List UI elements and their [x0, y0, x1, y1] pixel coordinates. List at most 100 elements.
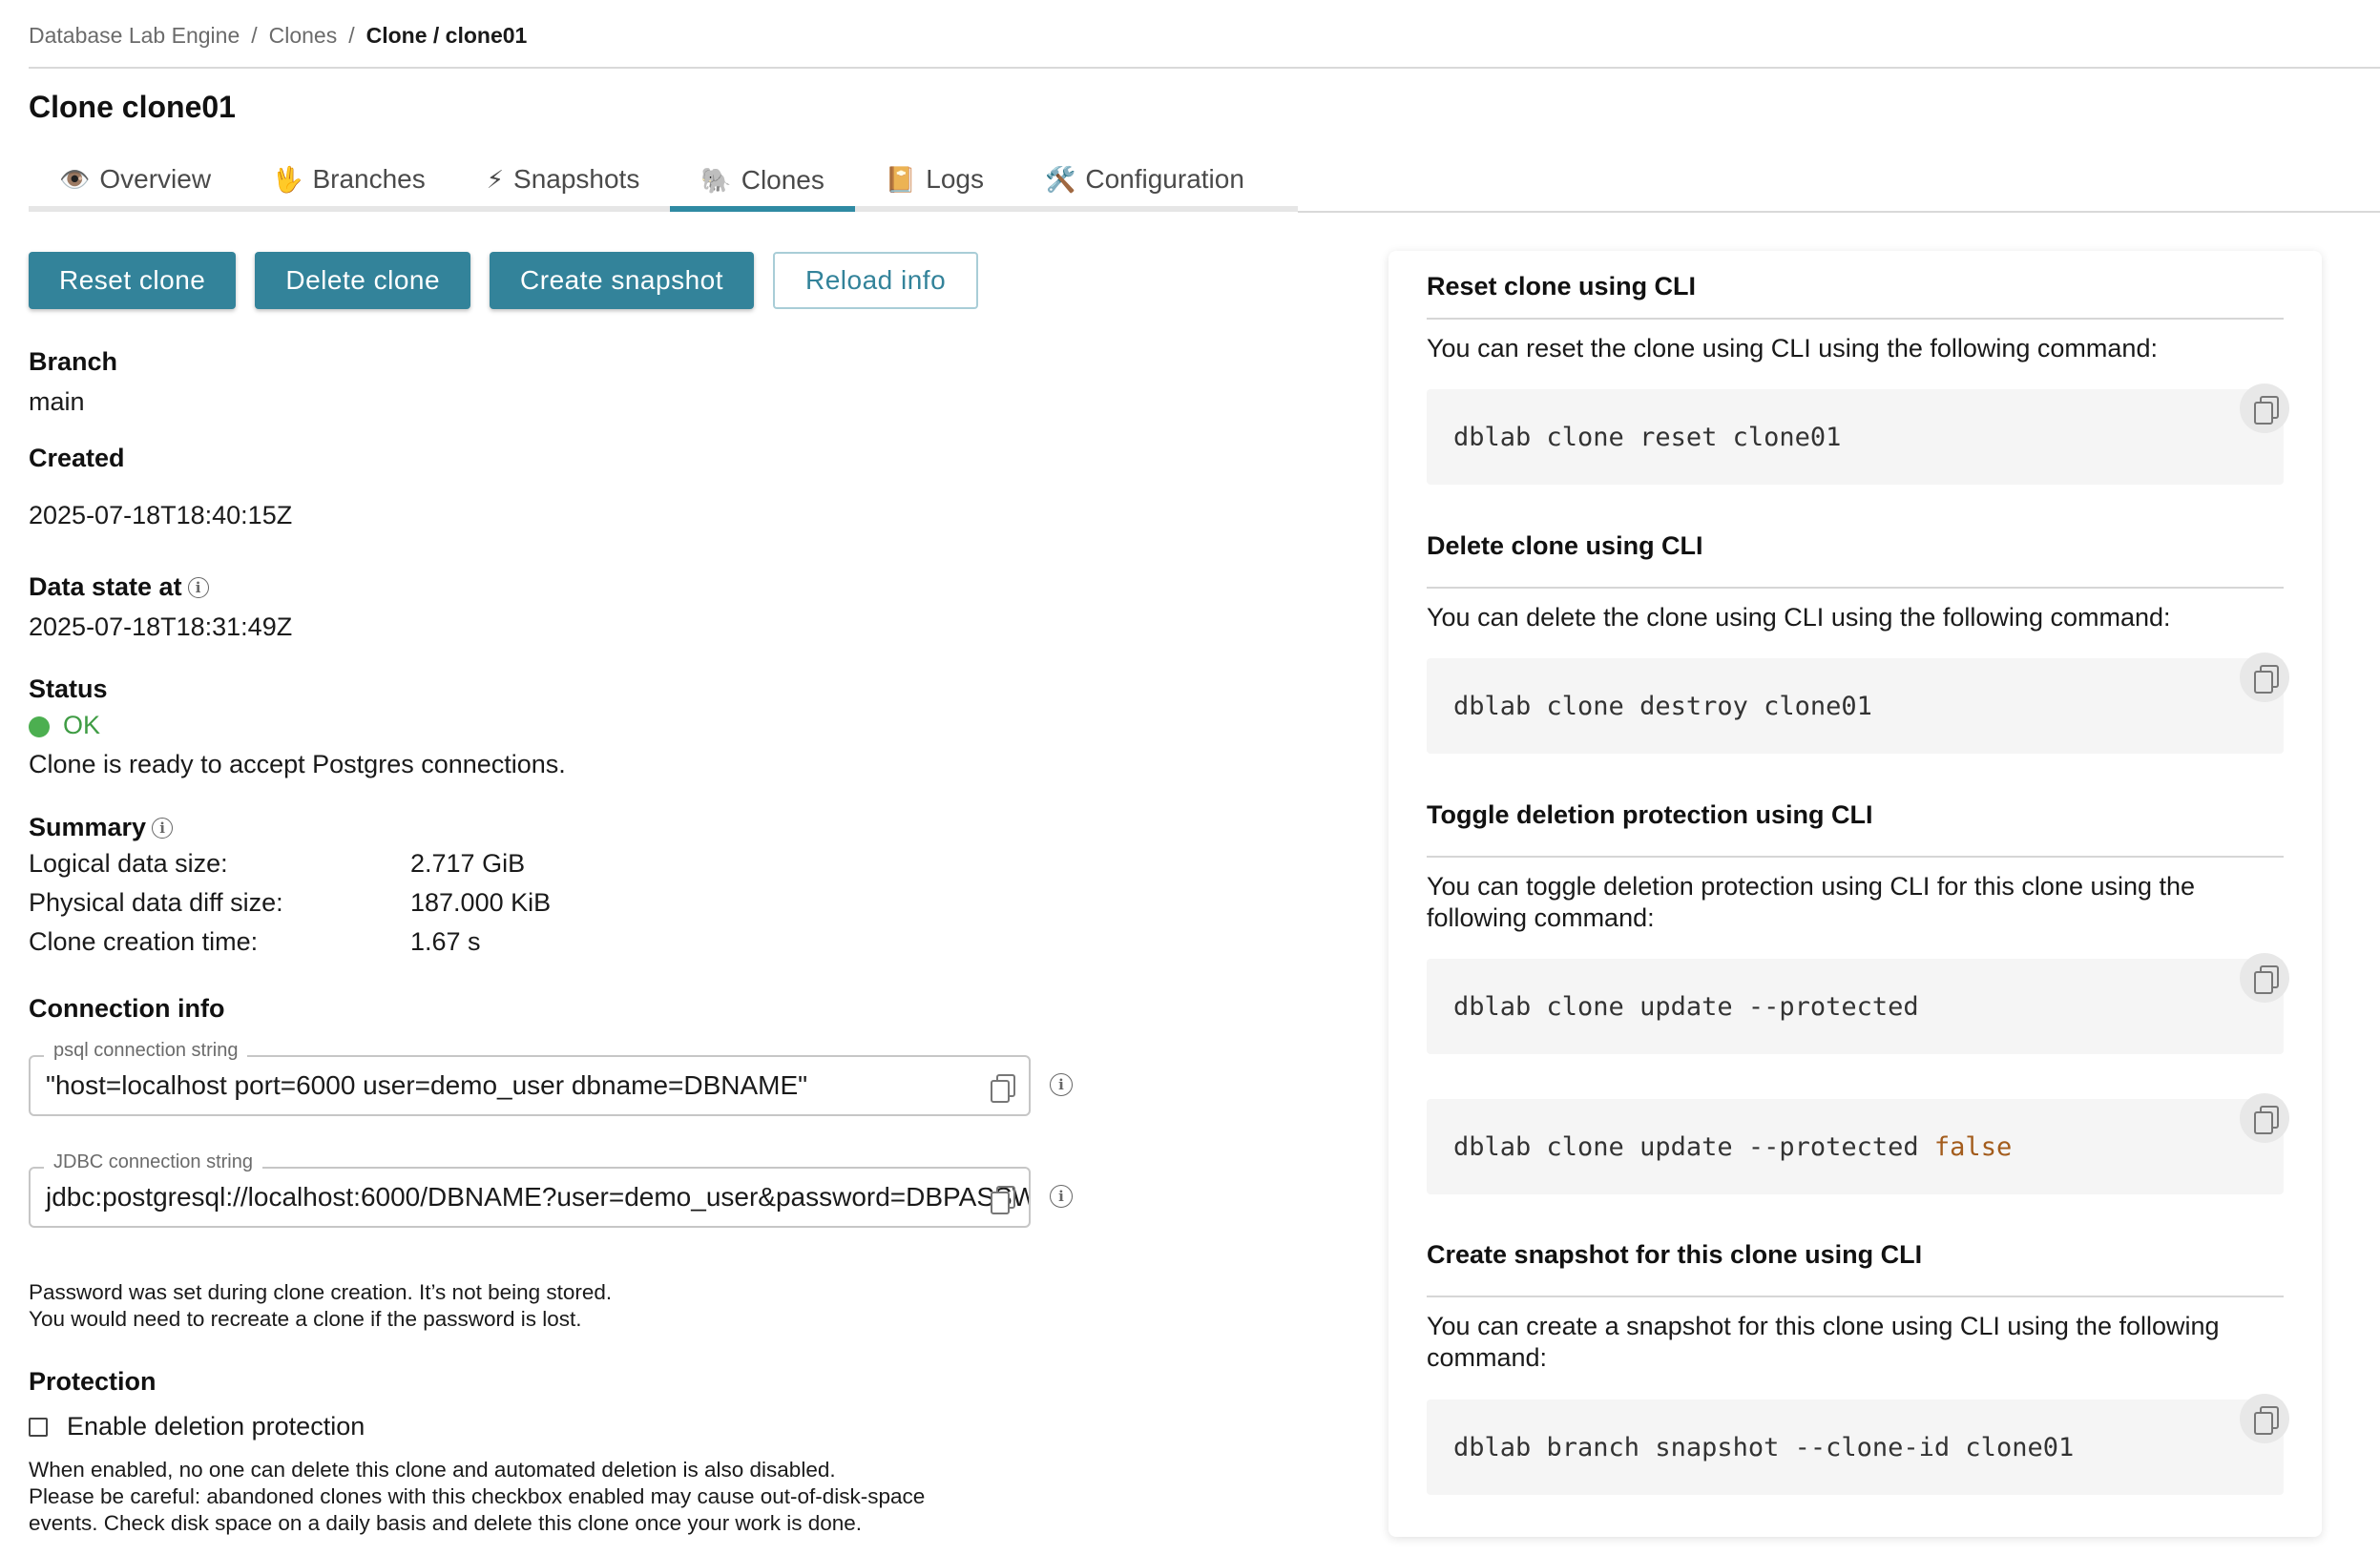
- toggle-cli-command-off[interactable]: dblab clone update --protected false: [1453, 1132, 2012, 1162]
- tab-configuration[interactable]: 🛠️ Configuration: [1014, 151, 1275, 208]
- delete-cli-text: You can delete the clone using CLI using…: [1427, 602, 2284, 633]
- copy-snapshot-command-button[interactable]: [2240, 1394, 2289, 1443]
- copy-jdbc-button[interactable]: [991, 1186, 1012, 1217]
- copy-icon: [2254, 396, 2275, 421]
- branches-icon: 🖖: [272, 165, 303, 195]
- protection-note: When enabled, no one can delete this clo…: [29, 1457, 925, 1537]
- delete-cli-command[interactable]: dblab clone destroy clone01: [1453, 692, 1872, 721]
- summary-key-creation-time: Clone creation time:: [29, 927, 410, 959]
- summary-key-physical: Physical data diff size:: [29, 888, 410, 920]
- tab-label: Configuration: [1085, 164, 1244, 195]
- create-snapshot-button[interactable]: Create snapshot: [490, 252, 754, 309]
- breadcrumb-item-clones[interactable]: Clones: [269, 23, 338, 49]
- connection-info-label-text: Connection info: [29, 994, 224, 1024]
- data-state-label: Data state at i: [29, 572, 209, 602]
- branch-label: Branch: [29, 347, 117, 377]
- info-icon[interactable]: i: [188, 577, 209, 598]
- password-note-line: You would need to recreate a clone if th…: [29, 1306, 612, 1333]
- snapshot-cli-code[interactable]: dblab branch snapshot --clone-id clone01: [1427, 1400, 2284, 1495]
- summary-label: Summary i: [29, 813, 173, 842]
- breadcrumb-separator: /: [251, 23, 257, 49]
- psql-connection-value[interactable]: "host=localhost port=6000 user=demo_user…: [46, 1070, 807, 1101]
- tab-snapshots[interactable]: ⚡ Snapshots: [456, 151, 671, 208]
- copy-icon: [2254, 1106, 2275, 1130]
- tab-label: Snapshots: [513, 164, 639, 195]
- created-label-text: Created: [29, 444, 125, 473]
- breadcrumb-item-dle[interactable]: Database Lab Engine: [29, 23, 240, 49]
- copy-icon: [2254, 965, 2275, 990]
- data-state-value: 2025-07-18T18:31:49Z: [29, 612, 292, 642]
- reset-cli-command[interactable]: dblab clone reset clone01: [1453, 423, 1841, 452]
- protection-note-line: events. Check disk space on a daily basi…: [29, 1510, 925, 1537]
- jdbc-connection-field[interactable]: jdbc:postgresql://localhost:6000/DBNAME?…: [29, 1167, 1031, 1228]
- snapshot-cli-command[interactable]: dblab branch snapshot --clone-id clone01: [1453, 1433, 2074, 1462]
- copy-icon: [991, 1074, 1012, 1099]
- reset-cli-code[interactable]: dblab clone reset clone01: [1427, 389, 2284, 485]
- clone-page: Database Lab Engine / Clones / Clone / c…: [0, 0, 2380, 1555]
- protection-label-text: Protection: [29, 1367, 157, 1397]
- snapshot-cli-title: Create snapshot for this clone using CLI: [1427, 1240, 1922, 1270]
- status-message: Clone is ready to accept Postgres connec…: [29, 750, 566, 779]
- info-icon[interactable]: i: [1050, 1185, 1073, 1208]
- info-icon[interactable]: i: [1050, 1073, 1073, 1096]
- section-divider: [1427, 1296, 2284, 1297]
- summary-value-physical: 187.000 KiB: [410, 888, 697, 920]
- data-state-label-text: Data state at: [29, 572, 182, 602]
- copy-delete-command-button[interactable]: [2240, 653, 2289, 702]
- connection-info-label: Connection info: [29, 994, 224, 1024]
- protection-note-line: When enabled, no one can delete this clo…: [29, 1457, 925, 1483]
- branch-value: main: [29, 387, 85, 417]
- protection-note-line: Please be careful: abandoned clones with…: [29, 1483, 925, 1510]
- password-note-line: Password was set during clone creation. …: [29, 1279, 612, 1306]
- password-note: Password was set during clone creation. …: [29, 1279, 612, 1333]
- jdbc-connection-value[interactable]: jdbc:postgresql://localhost:6000/DBNAME?…: [46, 1182, 1031, 1213]
- header-divider: [29, 67, 2380, 69]
- reload-info-button[interactable]: Reload info: [773, 252, 978, 309]
- tab-label: Overview: [99, 164, 211, 195]
- toggle-cli-code-on[interactable]: dblab clone update --protected: [1427, 959, 2284, 1054]
- delete-clone-button[interactable]: Delete clone: [255, 252, 470, 309]
- branch-label-text: Branch: [29, 347, 117, 377]
- tabs-divider: [1298, 211, 2380, 213]
- toggle-cli-code-off[interactable]: dblab clone update --protected false: [1427, 1099, 2284, 1194]
- section-divider: [1427, 587, 2284, 589]
- deletion-protection-row[interactable]: Enable deletion protection: [29, 1412, 365, 1441]
- deletion-protection-checkbox[interactable]: [29, 1418, 48, 1437]
- reset-clone-button[interactable]: Reset clone: [29, 252, 236, 309]
- copy-protect-command-button[interactable]: [2240, 953, 2289, 1003]
- reset-cli-text: You can reset the clone using CLI using …: [1427, 333, 2284, 364]
- tab-overview[interactable]: 👁️ Overview: [29, 151, 241, 208]
- deletion-protection-label[interactable]: Enable deletion protection: [67, 1412, 365, 1441]
- toggle-cli-title: Toggle deletion protection using CLI: [1427, 800, 1872, 830]
- status-badge: OK: [29, 711, 100, 740]
- tab-logs[interactable]: 📔 Logs: [855, 151, 1014, 208]
- reset-cli-title: Reset clone using CLI: [1427, 272, 1696, 301]
- delete-cli-code[interactable]: dblab clone destroy clone01: [1427, 658, 2284, 754]
- copy-psql-button[interactable]: [991, 1074, 1012, 1106]
- psql-connection-field[interactable]: "host=localhost port=6000 user=demo_user…: [29, 1055, 1031, 1116]
- breadcrumb-current: Clone / clone01: [366, 23, 528, 49]
- tab-bar: 👁️ Overview 🖖 Branches ⚡ Snapshots 🐘 Clo…: [29, 151, 1298, 212]
- eye-icon: 👁️: [59, 165, 90, 195]
- snapshot-cli-text: You can create a snapshot for this clone…: [1427, 1311, 2284, 1374]
- copy-reset-command-button[interactable]: [2240, 384, 2289, 433]
- copy-unprotect-command-button[interactable]: [2240, 1093, 2289, 1143]
- summary-value-logical: 2.717 GiB: [410, 849, 697, 881]
- tab-branches[interactable]: 🖖 Branches: [241, 151, 456, 208]
- info-icon[interactable]: i: [152, 818, 173, 839]
- created-value: 2025-07-18T18:40:15Z: [29, 501, 292, 530]
- summary-table: Logical data size: 2.717 GiB Physical da…: [29, 849, 697, 959]
- copy-icon: [991, 1186, 1012, 1211]
- tab-label: Logs: [926, 164, 984, 195]
- toggle-cli-command-on[interactable]: dblab clone update --protected: [1453, 992, 1919, 1022]
- status-ok-icon: [29, 716, 50, 737]
- tab-clones[interactable]: 🐘 Clones: [670, 151, 855, 212]
- section-divider: [1427, 856, 2284, 858]
- copy-icon: [2254, 665, 2275, 690]
- protection-label: Protection: [29, 1367, 157, 1397]
- section-divider: [1427, 318, 2284, 320]
- summary-label-text: Summary: [29, 813, 146, 842]
- breadcrumb: Database Lab Engine / Clones / Clone / c…: [29, 23, 527, 49]
- page-title: Clone clone01: [29, 90, 236, 125]
- copy-icon: [2254, 1406, 2275, 1431]
